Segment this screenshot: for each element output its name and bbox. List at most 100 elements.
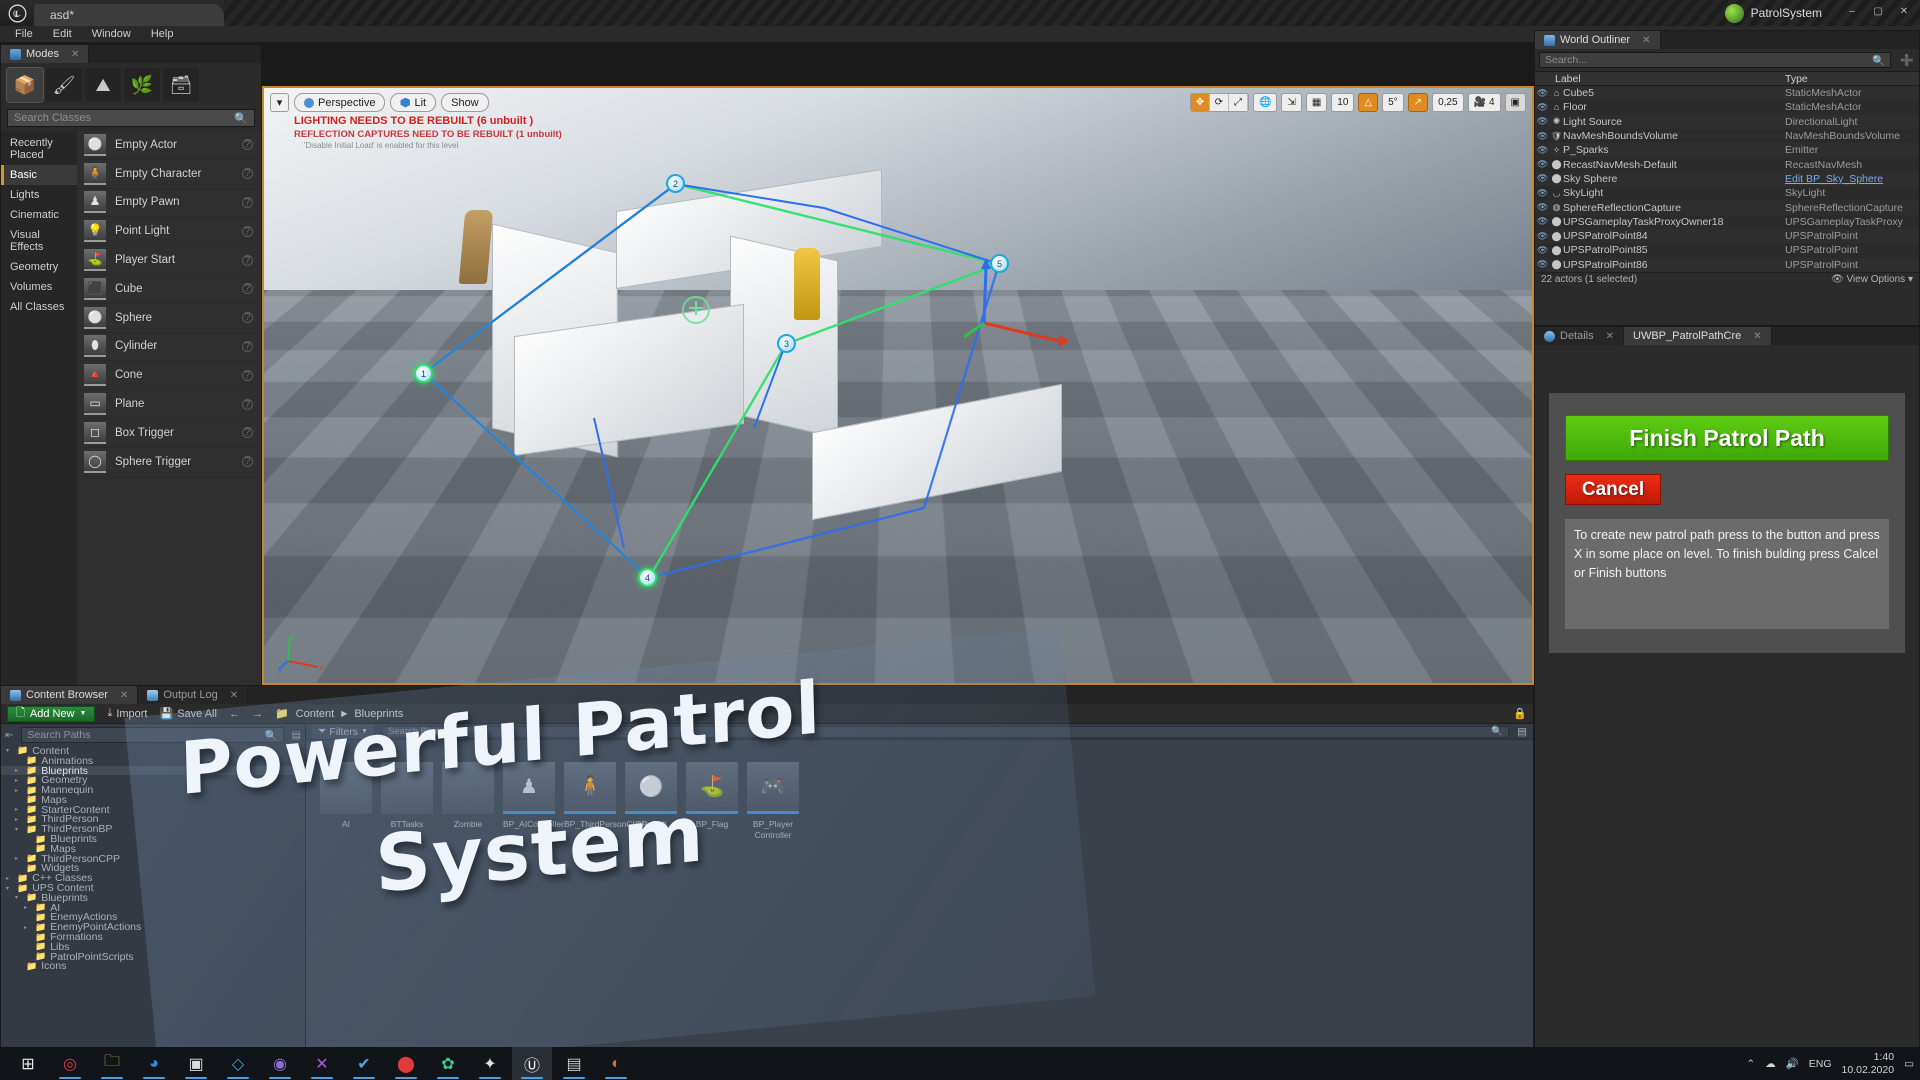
expand-arrow-icon[interactable]: ▸ [15,787,22,794]
close-icon[interactable]: ✕ [120,690,128,701]
view-mode-button[interactable]: Perspective [294,93,386,112]
placeable-item[interactable]: ⬮ Cylinder? [77,333,261,362]
category-basic[interactable]: Basic [1,165,77,185]
unreal-engine-icon[interactable]: Ⓤ [512,1047,552,1080]
placeable-item[interactable]: 💡 Point Light? [77,217,261,247]
outliner-row[interactable]: 👁 🛡 NavMeshBoundsVolume NavMeshBoundsVolume [1535,129,1919,143]
expand-arrow-icon[interactable]: ▸ [15,855,22,862]
expand-arrow-icon[interactable]: ▸ [24,904,31,911]
visibility-eye-icon[interactable]: 👁 [1535,245,1550,256]
placeable-item[interactable]: 🧍 Empty Character? [77,160,261,189]
expand-arrow-icon[interactable]: ▾ [15,894,22,901]
obs-icon[interactable]: ⬤ [386,1047,426,1080]
visibility-eye-icon[interactable]: 👁 [1535,216,1550,227]
category-geometry[interactable]: Geometry [1,257,77,277]
expand-arrow-icon[interactable]: ▸ [15,816,22,823]
finish-patrol-path-button[interactable]: Finish Patrol Path [1565,415,1889,461]
category-lights[interactable]: Lights [1,185,77,205]
tree-node[interactable]: ▸ 📁 EnemyPointActions [1,921,305,933]
visibility-eye-icon[interactable]: 👁 [1535,102,1550,113]
geometry-editing-mode-button[interactable]: 🗃 [163,68,199,102]
file-explorer-icon[interactable]: 🗀 [92,1047,132,1080]
tree-node[interactable]: 📁 Blueprints [1,833,305,845]
lighting-mode-button[interactable]: Lit [390,93,437,112]
document-tab[interactable]: asd* [34,4,224,26]
column-label[interactable]: Label [1535,73,1785,85]
visibility-eye-icon[interactable]: 👁 [1535,173,1550,184]
asset-cell[interactable]: 🎮 BP_Player Controller [747,762,799,840]
viewport-menu-button[interactable]: ▾ [270,93,289,112]
expand-arrow-icon[interactable]: ▸ [24,924,31,931]
visibility-eye-icon[interactable]: 👁 [1535,131,1550,142]
asset-view-options-icon[interactable]: ▤ [1517,726,1527,738]
close-icon[interactable]: ✕ [1642,35,1650,46]
visibility-eye-icon[interactable]: 👁 [1535,202,1550,213]
placeable-item[interactable]: ◻ Box Trigger? [77,419,261,448]
camera-speed-control[interactable]: 🎥 4 [1467,93,1501,112]
help-icon[interactable]: ? [242,225,253,237]
epic-games-icon[interactable]: ▣ [176,1047,216,1080]
language-indicator[interactable]: ENG [1809,1058,1832,1070]
outliner-row[interactable]: 👁 ⌂ Cube5 StaticMeshActor [1535,86,1919,101]
tab-output-log[interactable]: Output Log ✕ [138,686,249,704]
outliner-row[interactable]: 👁 ⌂ Floor StaticMeshActor [1535,100,1919,114]
angle-snap-value[interactable]: 5° [1382,93,1404,112]
menu-window[interactable]: Window [83,26,140,42]
help-icon[interactable]: ? [242,398,253,410]
patrol-point-marker[interactable]: 3 [777,334,796,353]
surface-snap-button[interactable]: ⇲ [1281,93,1302,112]
column-type[interactable]: Type [1785,73,1808,85]
outliner-row[interactable]: 👁 ◍ SphereReflectionCapture SphereReflectio… [1535,200,1919,215]
asset-cell[interactable]: ♟ BP_AIController [503,762,564,840]
foliage-mode-button[interactable]: 🌿 [124,68,160,102]
outliner-search-input[interactable]: Search... 🔍 [1539,52,1892,68]
help-icon[interactable]: ? [242,456,253,468]
help-icon[interactable]: ? [242,196,253,208]
slack-icon[interactable]: ✦ [470,1047,510,1080]
filters-button[interactable]: ⏷ Filters ▼ [312,724,374,739]
asset-cell[interactable]: 🧍 BP_ThirdPersonCharacter [564,762,664,840]
visibility-eye-icon[interactable]: 👁 [1535,159,1550,170]
expand-arrow-icon[interactable]: ▸ [6,875,13,882]
coordinate-system-button[interactable]: 🌐 [1252,93,1278,112]
asset-cell[interactable]: ⛳ BP_Flag [686,762,738,840]
cloud-icon[interactable]: ☁ [1765,1058,1776,1070]
outliner-row[interactable]: 👁 ⬤ UPSPatrolPoint84 UPSPatrolPoint [1535,228,1919,244]
save-all-button[interactable]: 💾 Save All [160,707,217,721]
angle-snap-toggle[interactable]: △ [1358,93,1379,112]
visibility-eye-icon[interactable]: 👁 [1535,231,1550,242]
add-actor-icon[interactable]: ➕ [1900,54,1914,67]
asset-cell[interactable]: AI [320,762,372,840]
expand-arrow-icon[interactable]: ▾ [15,826,22,833]
outliner-row[interactable]: 👁 ⬤ Sky Sphere Edit BP_Sky_Sphere [1535,171,1919,187]
visual-studio-icon[interactable]: ✕ [302,1047,342,1080]
placeable-item[interactable]: ⚪ Sphere? [77,304,261,333]
search-assets-input[interactable]: Search Blueprints 🔍 [381,725,1510,738]
search-classes-input[interactable]: Search Classes 🔍 [7,109,255,127]
maximize-button[interactable]: ▢ [1866,2,1890,20]
photo-viewer-icon[interactable]: ▤ [554,1047,594,1080]
tree-node[interactable]: ▾ 📁 Blueprints [1,892,305,904]
show-menu-button[interactable]: Show [441,93,489,112]
expand-arrow-icon[interactable]: ▾ [6,747,13,754]
outliner-row[interactable]: 👁 ◡ SkyLight SkyLight [1535,186,1919,200]
tab-modes[interactable]: Modes ✕ [1,45,90,63]
help-icon[interactable]: ? [242,340,253,352]
expand-arrow-icon[interactable]: ▸ [15,806,22,813]
placeable-item[interactable]: 🔺 Cone? [77,361,261,391]
help-icon[interactable]: ? [242,139,253,151]
tree-options-icon[interactable]: ▤ [288,730,305,741]
help-icon[interactable]: ? [242,254,253,266]
davinci-resolve-icon[interactable]: ◐ [596,1047,636,1080]
scale-snap-toggle[interactable]: ↗ [1407,93,1429,112]
visibility-eye-icon[interactable]: 👁 [1535,259,1550,270]
placeable-item[interactable]: ⬛ Cube? [77,275,261,304]
placeable-item[interactable]: ♟ Empty Pawn? [77,189,261,218]
lock-icon[interactable]: 🔒 [1513,707,1527,720]
close-icon[interactable]: ✕ [230,690,238,701]
tree-node[interactable]: 📁 Libs [1,941,305,953]
patrol-point-marker[interactable]: 1 [414,364,433,383]
tree-node[interactable]: ▾ 📁 ThirdPersonBP [1,823,305,835]
close-button[interactable]: ✕ [1892,2,1916,20]
placeable-item[interactable]: ⚪ Empty Actor? [77,131,261,160]
